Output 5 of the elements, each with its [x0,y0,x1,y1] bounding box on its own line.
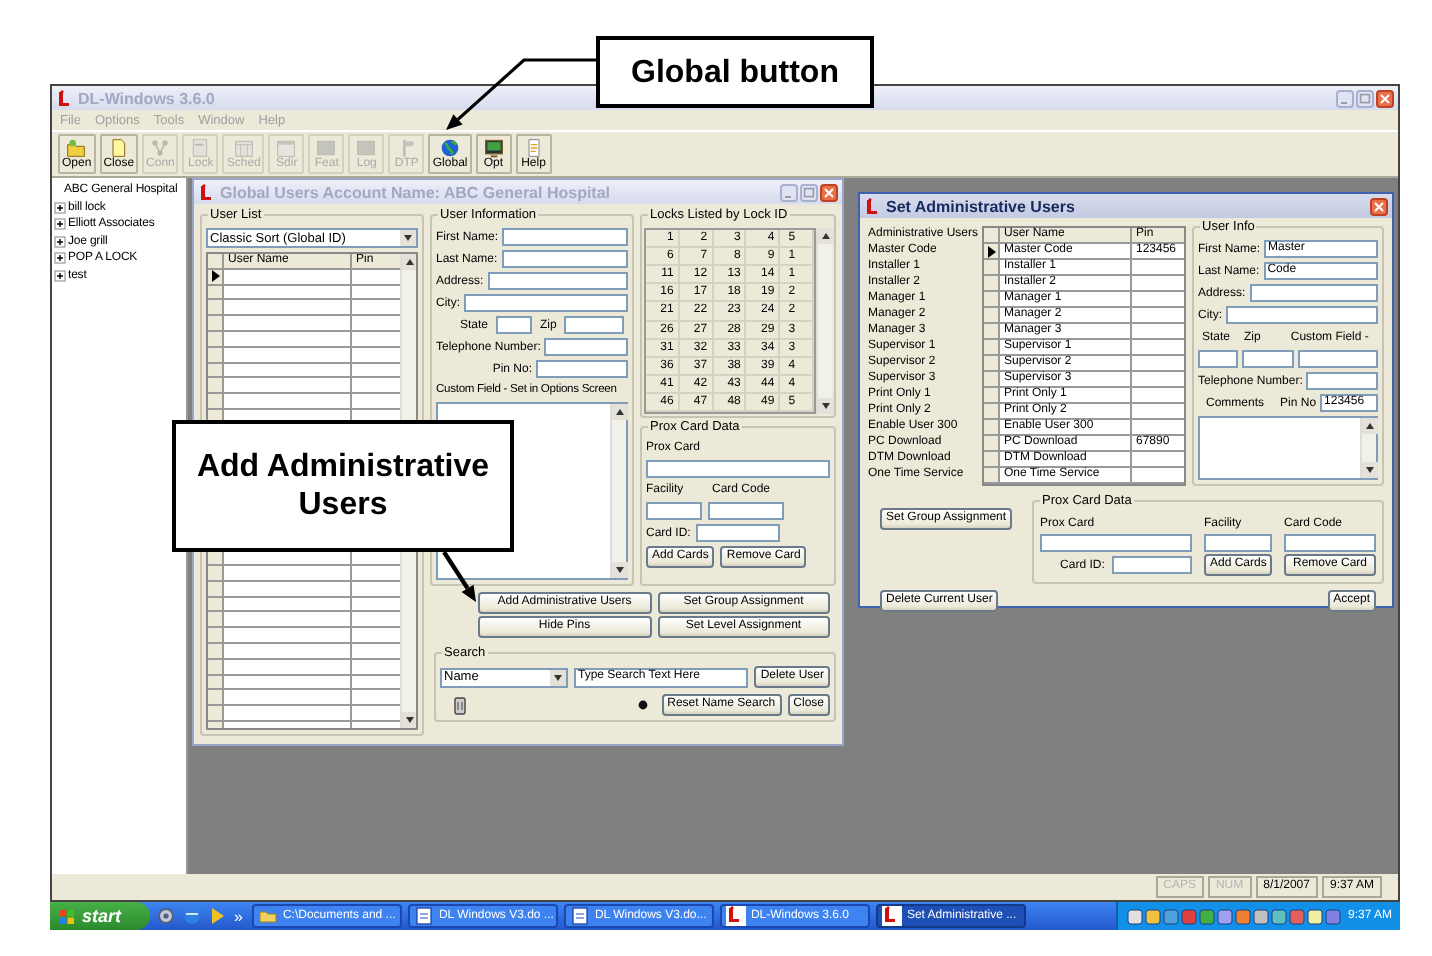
callout-tooltip: Global button [596,36,874,108]
window-title: Set Administrative Users [886,197,1077,215]
window-title: DL-Windows 3.6.0 [78,89,217,107]
callout-tooltip: Add Administrative Users [172,420,514,552]
window-title: Global Users Account Name: ABC General Hospital [220,183,613,201]
